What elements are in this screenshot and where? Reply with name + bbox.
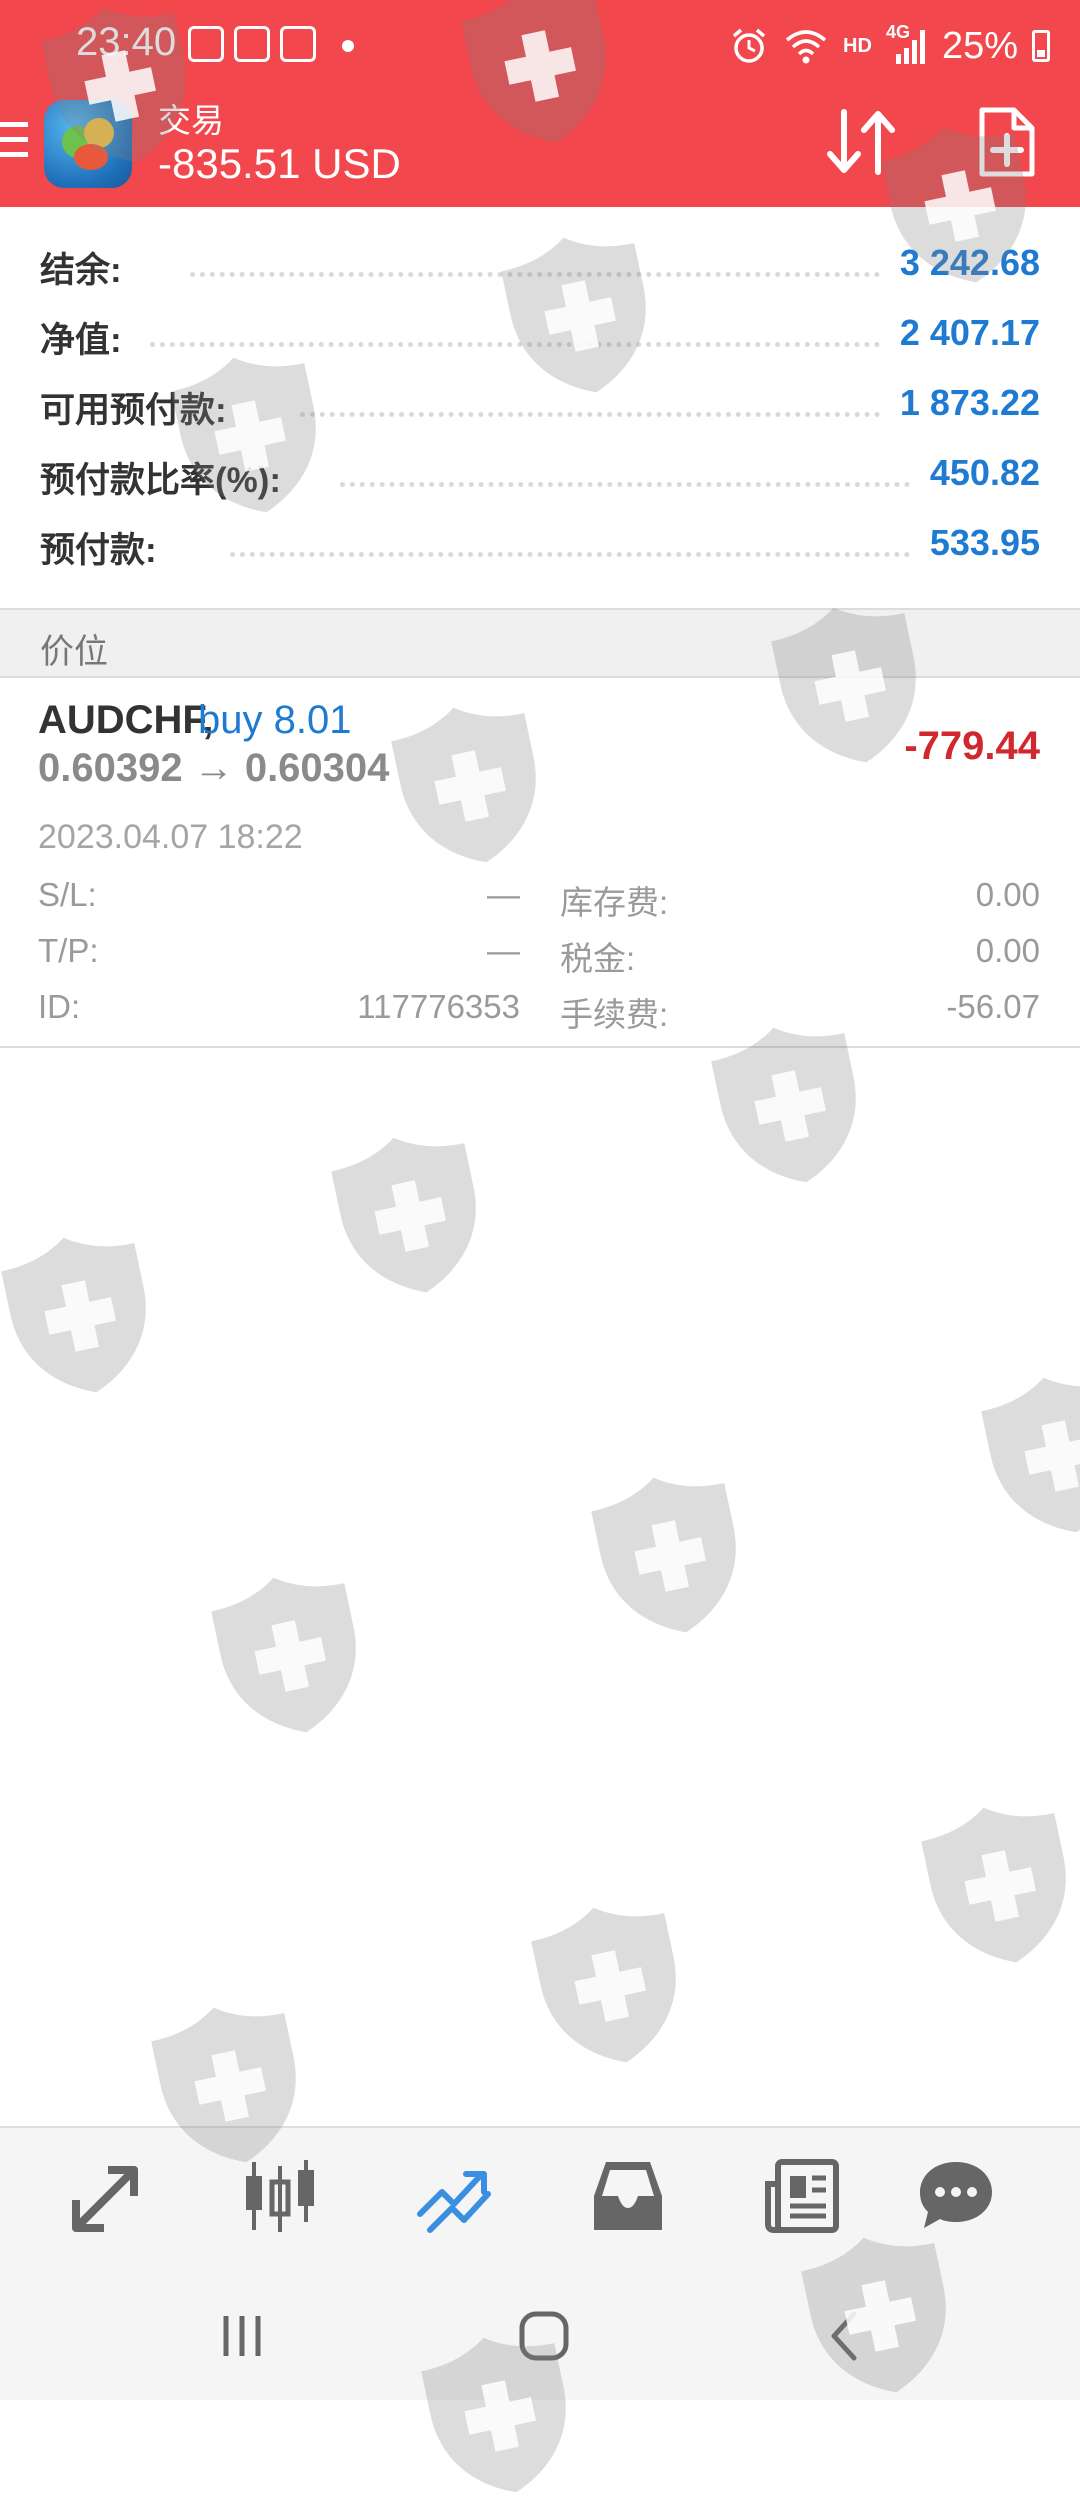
section-title: 价位 bbox=[40, 633, 108, 671]
network-type: HD bbox=[843, 34, 872, 57]
battery-percent: 25% bbox=[941, 24, 1018, 67]
home-icon[interactable] bbox=[514, 2306, 574, 2366]
shield-watermark-icon bbox=[331, 1137, 476, 1293]
balance-value: 3 242.68 bbox=[881, 242, 1040, 284]
status-right: HD 4G 25% bbox=[729, 20, 1050, 72]
quotes-icon[interactable] bbox=[68, 2156, 148, 2236]
tax-label: 税金: bbox=[560, 940, 636, 977]
tp-label: T/P: bbox=[38, 932, 99, 969]
signal-icon: 4G bbox=[886, 22, 928, 66]
position-symbol: AUDCHF, bbox=[38, 698, 214, 742]
position-prices: 0.60392 → 0.60304 bbox=[38, 746, 390, 790]
menu-icon[interactable] bbox=[0, 122, 28, 160]
status-time: 23:40 bbox=[76, 20, 177, 64]
toolbar: 交易 -835.51 USD bbox=[0, 92, 1080, 207]
page-title: 交易 bbox=[158, 102, 224, 139]
id-label: ID: bbox=[38, 988, 81, 1025]
free-margin-value: 1 873.22 bbox=[881, 382, 1040, 424]
shield-watermark-icon bbox=[211, 1577, 356, 1733]
calendar-notif-icon bbox=[234, 26, 270, 62]
commission-value: -56.07 bbox=[946, 988, 1040, 1025]
free-margin-label: 可用预付款: bbox=[40, 382, 243, 433]
calendar-notif-icon bbox=[280, 26, 316, 62]
margin-level-row: 预付款比率(%): 450.82 bbox=[0, 438, 1080, 508]
account-profit: -835.51 USD bbox=[158, 140, 401, 187]
more-notifications-dot bbox=[342, 40, 354, 52]
shield-watermark-icon bbox=[591, 1477, 736, 1633]
tp-value: — bbox=[487, 932, 520, 969]
status-bar: 23:40 HD 4G 25% bbox=[0, 0, 1080, 92]
back-icon[interactable] bbox=[816, 2306, 876, 2366]
equity-label: 净值: bbox=[40, 312, 138, 363]
margin-level-label: 预付款比率(%): bbox=[40, 452, 298, 503]
positions-section-header: 价位 bbox=[0, 608, 1080, 678]
free-margin-row: 可用预付款: 1 873.22 bbox=[0, 368, 1080, 438]
system-navigation bbox=[0, 2270, 1080, 2400]
commission-label: 手续费: bbox=[560, 996, 669, 1033]
new-order-icon[interactable] bbox=[976, 106, 1038, 178]
metatrader-logo-icon[interactable] bbox=[44, 100, 132, 188]
signal-bars bbox=[895, 30, 925, 64]
messages-icon[interactable] bbox=[916, 2156, 996, 2236]
leader-dots bbox=[340, 482, 910, 487]
tax-value: 0.00 bbox=[975, 932, 1040, 969]
bottom-navigation bbox=[0, 2126, 1080, 2270]
margin-row: 预付款: 533.95 bbox=[0, 508, 1080, 578]
shield-watermark-icon bbox=[1, 1237, 146, 1393]
leader-dots bbox=[300, 412, 890, 417]
chart-icon[interactable] bbox=[240, 2156, 320, 2236]
shield-watermark-icon bbox=[921, 1807, 1066, 1963]
app-header: 23:40 HD 4G 25% 交易 -835.51 USD bbox=[0, 0, 1080, 207]
alarm-icon bbox=[732, 28, 766, 63]
equity-value: 2 407.17 bbox=[881, 312, 1040, 354]
recents-icon[interactable] bbox=[212, 2306, 272, 2366]
baidu-notif-icon bbox=[188, 26, 224, 62]
swap-value: 0.00 bbox=[975, 876, 1040, 913]
swap-label: 库存费: bbox=[560, 884, 669, 921]
news-icon[interactable] bbox=[762, 2156, 842, 2236]
sl-label: S/L: bbox=[38, 876, 97, 913]
leader-dots bbox=[150, 342, 890, 347]
history-icon[interactable] bbox=[588, 2156, 668, 2236]
leader-dots bbox=[230, 552, 910, 557]
balance-row: 结余: 3 242.68 bbox=[0, 228, 1080, 298]
equity-row: 净值: 2 407.17 bbox=[0, 298, 1080, 368]
margin-value: 533.95 bbox=[911, 522, 1040, 564]
trade-icon[interactable] bbox=[414, 2156, 494, 2236]
leader-dots bbox=[190, 272, 890, 277]
shield-watermark-icon bbox=[531, 1907, 676, 2063]
battery-icon bbox=[1032, 30, 1050, 62]
sl-value: — bbox=[487, 876, 520, 913]
balance-label: 结余: bbox=[40, 242, 138, 293]
position-item[interactable]: AUDCHF, buy 8.01 0.60392 → 0.60304 -779.… bbox=[0, 680, 1080, 1048]
margin-label: 预付款: bbox=[40, 522, 173, 573]
id-value: 117776353 bbox=[357, 988, 520, 1025]
shield-watermark-icon bbox=[981, 1377, 1080, 1533]
position-open-time: 2023.04.07 18:22 bbox=[38, 818, 303, 856]
margin-level-value: 450.82 bbox=[911, 452, 1040, 494]
sort-icon[interactable] bbox=[822, 106, 900, 178]
wifi-icon bbox=[785, 30, 827, 64]
account-summary: 结余: 3 242.68 净值: 2 407.17 可用预付款: 1 873.2… bbox=[0, 208, 1080, 578]
position-profit: -779.44 bbox=[904, 724, 1040, 768]
position-type-volume: buy 8.01 bbox=[198, 698, 352, 742]
